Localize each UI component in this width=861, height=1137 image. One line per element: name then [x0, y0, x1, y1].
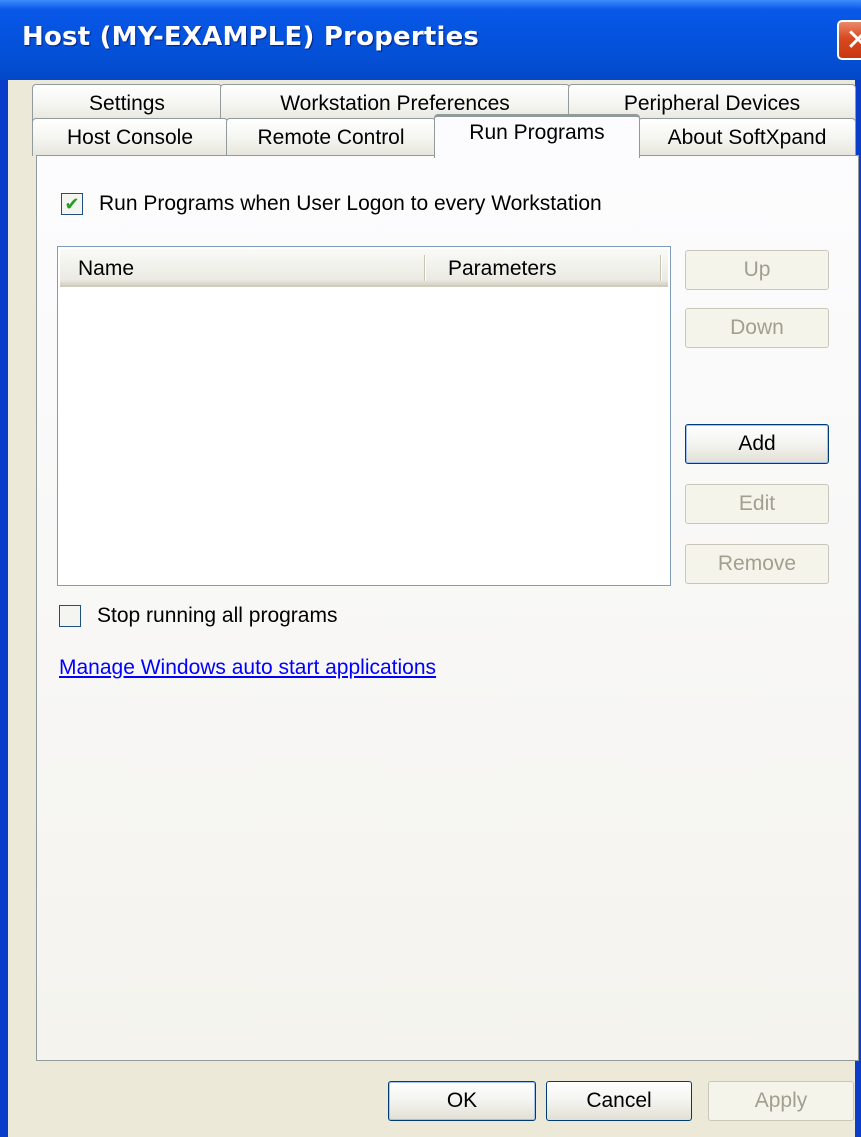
window-title: Host (MY-EXAMPLE) Properties [22, 22, 480, 52]
manage-autostart-link[interactable]: Manage Windows auto start applications [59, 656, 436, 680]
remove-button[interactable]: Remove [685, 544, 829, 584]
column-header-name[interactable]: Name [78, 257, 134, 281]
cancel-button[interactable]: Cancel [546, 1081, 692, 1121]
column-header-parameters[interactable]: Parameters [448, 257, 557, 281]
programs-list[interactable]: Name Parameters [57, 246, 671, 586]
run-on-logon-label[interactable]: Run Programs when User Logon to every Wo… [99, 192, 602, 216]
add-button[interactable]: Add [685, 424, 829, 464]
tab-about-softxpand[interactable]: About SoftXpand [638, 118, 856, 156]
column-divider[interactable] [660, 255, 662, 281]
ok-button[interactable]: OK [388, 1081, 536, 1121]
tab-settings[interactable]: Settings [32, 84, 222, 122]
close-button[interactable]: ✕ [837, 20, 861, 60]
tab-host-console[interactable]: Host Console [32, 118, 228, 156]
tab-run-programs[interactable]: Run Programs [434, 114, 640, 158]
checkmark-icon: ✔ [64, 194, 80, 214]
run-on-logon-checkbox[interactable]: ✔ [61, 193, 83, 215]
edit-button[interactable]: Edit [685, 484, 829, 524]
tab-remote-control[interactable]: Remote Control [226, 118, 436, 156]
title-bar[interactable]: Host (MY-EXAMPLE) Properties ✕ [0, 0, 861, 80]
run-programs-panel: ✔ Run Programs when User Logon to every … [36, 155, 859, 1061]
up-button[interactable]: Up [685, 250, 829, 290]
apply-button[interactable]: Apply [708, 1081, 854, 1121]
stop-all-checkbox[interactable] [59, 605, 81, 627]
down-button[interactable]: Down [685, 308, 829, 348]
properties-dialog: Host (MY-EXAMPLE) Properties ✕ Settings … [0, 0, 861, 1137]
close-icon: ✕ [845, 22, 861, 58]
stop-all-label[interactable]: Stop running all programs [97, 604, 337, 628]
list-header: Name Parameters [60, 249, 668, 287]
column-divider[interactable] [424, 255, 426, 281]
